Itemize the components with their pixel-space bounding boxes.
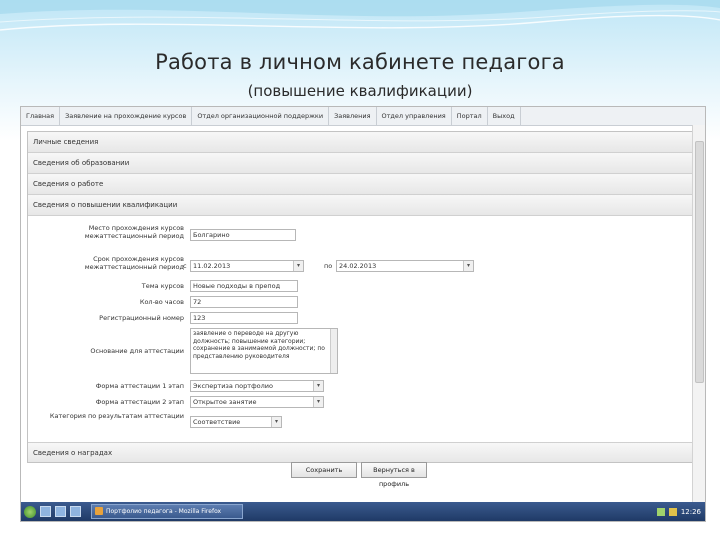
section-qualification[interactable]: Сведения о повышении квалификации — [28, 195, 692, 216]
quicklaunch-icon[interactable] — [70, 506, 81, 517]
category-select[interactable]: Соответствие ▾ — [190, 416, 282, 428]
topic-input[interactable]: Новые подходы в препод — [190, 280, 298, 292]
tray-icon[interactable] — [668, 507, 677, 516]
quicklaunch-icon[interactable] — [55, 506, 66, 517]
form1-value: Экспертиза портфолио — [193, 382, 273, 390]
save-button[interactable]: Сохранить — [291, 462, 357, 478]
slide-subtitle: (повышение квалификации) — [247, 82, 473, 100]
menu-item-applications[interactable]: Заявления — [329, 107, 377, 125]
menu-item-exit[interactable]: Выход — [488, 107, 521, 125]
menu-item-courses[interactable]: Заявление на прохождение курсов — [60, 107, 193, 125]
textarea-scrollbar[interactable] — [330, 329, 337, 373]
taskbar-window-button[interactable]: Портфолио педагога - Mozilla Firefox — [91, 504, 243, 519]
place-label: Место прохождения курсов межаттестационн… — [84, 224, 184, 240]
menu-item-management[interactable]: Отдел управления — [377, 107, 452, 125]
form2-label: Форма аттестации 2 этап — [95, 398, 184, 406]
period-from-select[interactable]: 11.02.2013 ▾ — [190, 260, 304, 272]
period-to-select[interactable]: 24.02.2013 ▾ — [336, 260, 474, 272]
menu-item-portal[interactable]: Портал — [452, 107, 488, 125]
chevron-down-icon: ▾ — [293, 261, 303, 271]
quicklaunch-icon[interactable] — [40, 506, 51, 517]
section-personal[interactable]: Личные сведения — [28, 132, 692, 153]
slide-title: Работа в личном кабинете педагога — [155, 50, 565, 74]
cert-label: Регистрационный номер — [99, 314, 184, 322]
topic-label: Тема курсов — [141, 282, 184, 290]
place-input[interactable]: Болгарино — [190, 229, 296, 241]
category-label: Категория по результатам аттестации — [49, 412, 184, 420]
basis-text: заявление о переводе на другую должность… — [193, 330, 325, 360]
cert-input[interactable]: 123 — [190, 312, 298, 324]
form1-label: Форма аттестации 1 этап — [95, 382, 184, 390]
hours-input[interactable]: 72 — [190, 296, 298, 308]
hours-label: Кол-во часов — [139, 298, 184, 306]
browser-screenshot: Главная Заявление на прохождение курсов … — [20, 106, 706, 522]
category-value: Соответствие — [193, 418, 241, 426]
period-from-value: 11.02.2013 — [193, 262, 231, 270]
start-button-icon[interactable] — [24, 505, 36, 518]
top-menu: Главная Заявление на прохождение курсов … — [21, 107, 705, 126]
clock: 12:26 — [680, 507, 701, 516]
period-from-prefix: с — [183, 262, 187, 270]
chevron-down-icon: ▾ — [313, 397, 323, 407]
system-tray: 12:26 — [656, 507, 701, 516]
basis-textarea[interactable]: заявление о переводе на другую должность… — [190, 328, 338, 374]
profile-panel: Личные сведения Сведения об образовании … — [27, 131, 693, 463]
chevron-down-icon: ▾ — [271, 417, 281, 427]
basis-label: Основание для аттестации — [90, 347, 184, 355]
form2-select[interactable]: Открытое занятие ▾ — [190, 396, 324, 408]
back-to-profile-button[interactable]: Вернуться в профиль — [361, 462, 427, 488]
menu-item-org[interactable]: Отдел организационной поддержки — [192, 107, 330, 125]
section-awards[interactable]: Сведения о наградах — [28, 442, 692, 462]
menu-item-main[interactable]: Главная — [21, 107, 61, 125]
page-scrollbar[interactable] — [692, 125, 705, 502]
chevron-down-icon: ▾ — [313, 381, 323, 391]
period-to-value: 24.02.2013 — [339, 262, 377, 270]
period-to-prefix: по — [324, 262, 333, 270]
chevron-down-icon: ▾ — [463, 261, 473, 271]
tray-icon[interactable] — [656, 507, 665, 516]
windows-taskbar: Портфолио педагога - Mozilla Firefox 12:… — [21, 502, 705, 521]
section-education[interactable]: Сведения об образовании — [28, 153, 692, 174]
form1-select[interactable]: Экспертиза портфолио ▾ — [190, 380, 324, 392]
form2-value: Открытое занятие — [193, 398, 257, 406]
period-label: Срок прохождения курсов межаттестационны… — [84, 255, 184, 271]
scrollbar-thumb[interactable] — [695, 141, 704, 383]
section-work[interactable]: Сведения о работе — [28, 174, 692, 195]
